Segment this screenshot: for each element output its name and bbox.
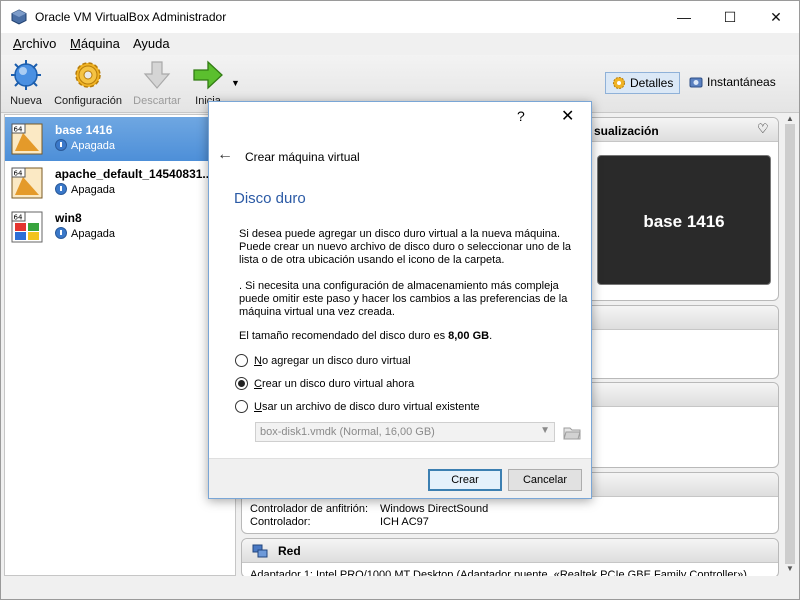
vm-list-item[interactable]: 64 apache_default_14540831... Apagada [5, 161, 235, 205]
radio-create-disk[interactable]: Crear un disco duro virtual ahora [235, 377, 414, 390]
window-title: Oracle VM VirtualBox Administrador [35, 10, 227, 24]
existing-disk-select[interactable]: box-disk1.vmdk (Normal, 16,00 GB) ▼ [255, 422, 555, 442]
radio-no-disk[interactable]: No agregar un disco duro virtual [235, 354, 411, 367]
power-off-icon [55, 139, 67, 151]
help-button[interactable]: ? [517, 108, 525, 124]
gear-small-icon [613, 77, 625, 89]
dialog-button-bar: Crear Cancelar [209, 458, 591, 498]
virtualbox-logo-icon [11, 9, 27, 25]
dialog-close-button[interactable]: ✕ [561, 106, 574, 126]
vm-list: 64 base 1416 Apagada 64 apache_default_1… [4, 114, 236, 576]
minimize-button[interactable]: — [661, 1, 707, 33]
main-window: Oracle VM VirtualBox Administrador — ☐ ✕… [0, 0, 800, 600]
settings-button[interactable]: Configuración [54, 59, 122, 107]
create-vm-wizard-dialog: ? ✕ ← Crear máquina virtual Disco duro S… [208, 101, 592, 499]
os-linux-icon: 64 [11, 123, 43, 155]
maximize-button[interactable]: ☐ [707, 1, 753, 33]
scroll-up-icon[interactable]: ▲ [786, 114, 794, 123]
radio-existing-disk[interactable]: Usar un archivo de disco duro virtual ex… [235, 400, 480, 413]
advanced-paragraph: . Si necesita una configuración de almac… [239, 280, 568, 318]
vm-name: apache_default_14540831... [55, 167, 213, 181]
wizard-title: Crear máquina virtual [245, 150, 360, 164]
audio-controller-value: ICH AC97 [380, 516, 429, 528]
cancel-button[interactable]: Cancelar [508, 469, 582, 491]
details-scrollbar[interactable]: ▲ ▼ [782, 114, 798, 576]
network-section: Red Adaptador 1: Intel PRO/1000 MT Deskt… [241, 538, 779, 578]
svg-text:64: 64 [14, 126, 23, 134]
chevron-down-icon: ▼ [540, 425, 550, 436]
power-off-icon [55, 227, 67, 239]
vm-list-item[interactable]: 64 base 1416 Apagada [5, 117, 235, 161]
snapshots-tool-button[interactable]: Instantáneas [683, 72, 782, 94]
intro-paragraph: Si desea puede agregar un disco duro vir… [239, 228, 572, 266]
arrow-down-icon [143, 61, 171, 89]
vm-name: win8 [55, 211, 82, 225]
os-linux-icon: 64 [11, 167, 43, 199]
menu-archivo[interactable]: Archivo [13, 36, 56, 51]
audio-controller-label: Controlador: [250, 516, 311, 528]
network-header: Red [278, 544, 301, 558]
scroll-down-icon[interactable]: ▼ [786, 564, 794, 573]
new-vm-button[interactable]: Nueva [9, 59, 43, 107]
back-arrow-icon[interactable]: ← [217, 146, 233, 164]
start-button[interactable]: Inicia [191, 59, 225, 107]
radio-button[interactable] [235, 354, 248, 367]
vm-state: Apagada [55, 183, 115, 196]
preview-header: sualización [594, 124, 659, 138]
recommended-size-text: El tamaño recomendado del disco duro es … [239, 330, 493, 342]
svg-text:64: 64 [14, 214, 23, 222]
menu-bar: Archivo Máquina Ayuda [1, 33, 799, 55]
radio-button-checked[interactable] [235, 377, 248, 390]
new-vm-icon [11, 60, 41, 90]
network-icon [252, 544, 268, 558]
vm-preview: base 1416 [597, 155, 771, 285]
audio-host-driver-label: Controlador de anfitrión: [250, 503, 369, 515]
vm-name: base 1416 [55, 123, 113, 137]
menu-maquina[interactable]: Máquina [70, 36, 120, 51]
details-tool-button[interactable]: Detalles [605, 72, 681, 94]
vm-state: Apagada [55, 227, 115, 240]
menu-ayuda[interactable]: Ayuda [133, 36, 170, 51]
vm-list-item[interactable]: 64 win8 Apagada [5, 205, 235, 249]
title-bar: Oracle VM VirtualBox Administrador — ☐ ✕ [1, 1, 799, 33]
power-off-icon [55, 183, 67, 195]
os-windows8-icon: 64 [11, 211, 43, 243]
vm-state: Apagada [55, 139, 115, 152]
audio-host-driver-value: Windows DirectSound [380, 503, 489, 515]
close-window-button[interactable]: ✕ [753, 1, 799, 33]
page-title: Disco duro [234, 190, 306, 207]
scrollbar-thumb[interactable] [785, 124, 795, 564]
camera-icon [689, 77, 703, 88]
folder-icon[interactable] [563, 424, 581, 440]
svg-text:64: 64 [14, 170, 23, 178]
radio-button[interactable] [235, 400, 248, 413]
status-bar [1, 576, 799, 598]
gear-icon [75, 62, 101, 88]
arrow-right-icon [193, 60, 223, 90]
create-button[interactable]: Crear [428, 469, 502, 491]
start-dropdown-icon[interactable]: ▼ [231, 78, 240, 88]
collapse-icon[interactable]: ♡ [757, 121, 769, 137]
discard-button[interactable]: Descartar [132, 59, 182, 107]
